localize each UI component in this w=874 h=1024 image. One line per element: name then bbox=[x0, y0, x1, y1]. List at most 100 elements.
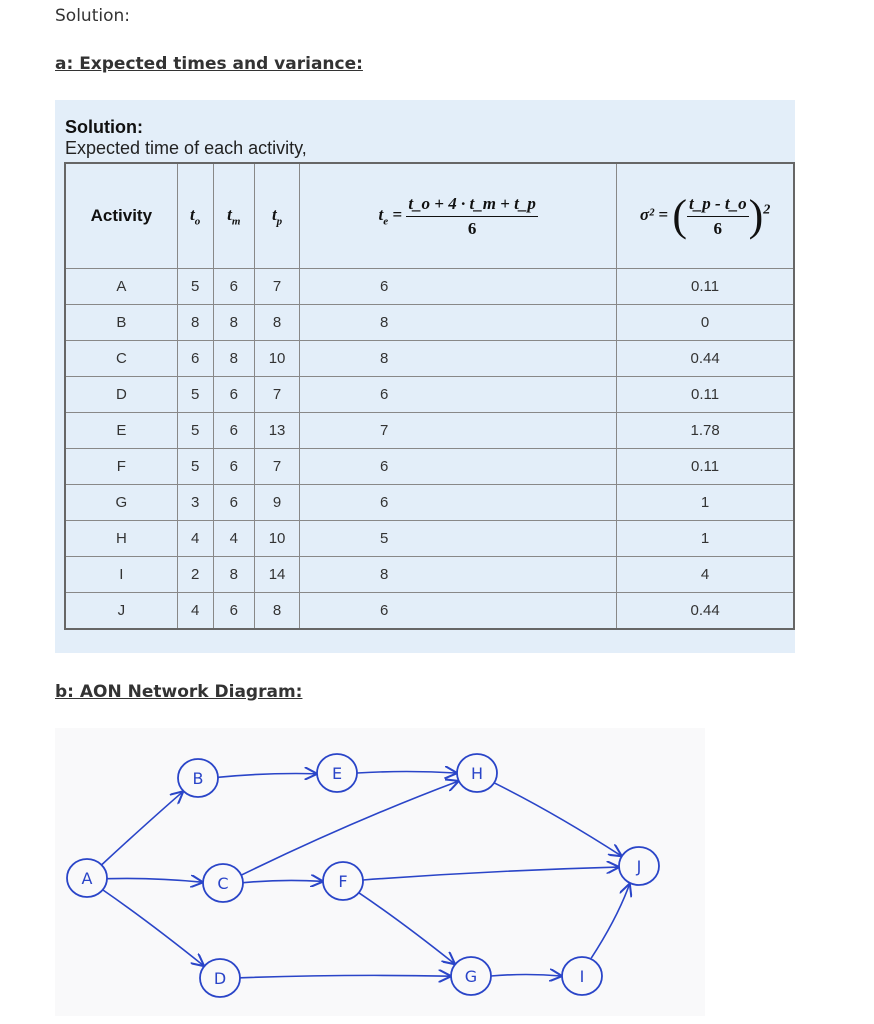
solution-box: Solution: Expected time of each activity… bbox=[55, 100, 795, 653]
node-label: G bbox=[465, 967, 477, 986]
node-I: I bbox=[561, 956, 603, 996]
cell-to: 6 bbox=[176, 340, 214, 377]
cell-te: 6 bbox=[299, 268, 618, 305]
node-E: E bbox=[316, 753, 358, 793]
cell-tp: 10 bbox=[253, 340, 301, 377]
cell-tm: 6 bbox=[212, 448, 255, 485]
cell-tm: 8 bbox=[212, 556, 255, 593]
header-te-formula: te = t_o + 4 · t_m + t_p 6 bbox=[299, 162, 618, 269]
cell-tm: 6 bbox=[212, 484, 255, 521]
cell-tp: 9 bbox=[253, 484, 301, 521]
cell-to: 5 bbox=[176, 412, 214, 449]
cell-variance: 4 bbox=[616, 556, 795, 593]
solution-subtitle: Expected time of each activity, bbox=[65, 138, 307, 158]
cell-activity: J bbox=[64, 592, 178, 630]
edge-C-H bbox=[241, 781, 457, 876]
cell-tm: 6 bbox=[212, 268, 255, 305]
cell-to: 5 bbox=[176, 268, 214, 305]
table-row: J 4 6 8 6 0.44 bbox=[64, 592, 795, 630]
cell-tp: 14 bbox=[253, 556, 301, 593]
cell-variance: 0 bbox=[616, 304, 795, 341]
node-label: A bbox=[82, 869, 93, 888]
edge-A-B bbox=[101, 792, 183, 866]
cell-tp: 8 bbox=[253, 592, 301, 630]
cell-to: 5 bbox=[176, 376, 214, 413]
nodes-layer: A B C D E F G H I J bbox=[66, 753, 660, 998]
aon-network-diagram: A B C D E F G H I J bbox=[55, 728, 705, 1016]
cell-to: 3 bbox=[176, 484, 214, 521]
table-row: I 2 8 14 8 4 bbox=[64, 556, 795, 593]
te-numerator: t_o + 4 · t_m + t_p bbox=[406, 194, 538, 217]
cell-te: 5 bbox=[299, 520, 618, 557]
node-D: D bbox=[199, 958, 241, 998]
node-label: J bbox=[636, 857, 642, 876]
cell-activity: G bbox=[64, 484, 178, 521]
header-activity: Activity bbox=[64, 162, 178, 269]
cell-variance: 0.44 bbox=[616, 340, 795, 377]
cell-tp: 10 bbox=[253, 520, 301, 557]
table-body: A 5 6 7 6 0.11 B 8 8 8 8 0 C 6 8 10 8 0.44 D 5 6 7 6 0.11 E 5 6 13 7… bbox=[64, 268, 795, 630]
table-row: G36961 bbox=[64, 484, 795, 521]
cell-to: 8 bbox=[176, 304, 214, 341]
cell-tm: 8 bbox=[212, 304, 255, 341]
cell-activity: I bbox=[64, 556, 178, 593]
node-label: C bbox=[217, 874, 228, 893]
cell-variance: 1.78 bbox=[616, 412, 795, 449]
node-label: H bbox=[471, 764, 483, 783]
node-A: A bbox=[66, 858, 108, 898]
cell-te: 6 bbox=[299, 592, 618, 630]
edge-B-E bbox=[217, 774, 316, 778]
intro-text: Solution: bbox=[55, 6, 130, 26]
te-denominator: 6 bbox=[467, 218, 477, 238]
cell-to: 4 bbox=[176, 520, 214, 557]
cell-tm: 4 bbox=[212, 520, 255, 557]
cell-variance: 0.11 bbox=[616, 448, 795, 485]
variance-denominator: 6 bbox=[713, 218, 723, 238]
cell-te: 6 bbox=[299, 448, 618, 485]
cell-activity: E bbox=[64, 412, 178, 449]
cell-te: 6 bbox=[299, 484, 618, 521]
cell-activity: B bbox=[64, 304, 178, 341]
node-J: J bbox=[618, 846, 660, 886]
edges-layer bbox=[101, 772, 629, 978]
cell-tp: 7 bbox=[253, 268, 301, 305]
section-b-heading: b: AON Network Diagram: bbox=[55, 682, 303, 702]
cell-activity: D bbox=[64, 376, 178, 413]
cell-te: 8 bbox=[299, 340, 618, 377]
cell-variance: 1 bbox=[616, 520, 795, 557]
cell-tm: 6 bbox=[212, 412, 255, 449]
cell-te: 8 bbox=[299, 304, 618, 341]
edge-C-F bbox=[242, 880, 322, 882]
node-G: G bbox=[450, 956, 492, 996]
cell-tp: 7 bbox=[253, 448, 301, 485]
header-tm: tm bbox=[212, 162, 255, 269]
cell-te: 6 bbox=[299, 376, 618, 413]
table-row: D 5 6 7 6 0.11 bbox=[64, 376, 795, 413]
header-to: to bbox=[176, 162, 214, 269]
cell-variance: 0.11 bbox=[616, 376, 795, 413]
node-F: F bbox=[322, 861, 364, 901]
header-tp: tp bbox=[253, 162, 301, 269]
cell-activity: C bbox=[64, 340, 178, 377]
table-header-row: Activity to tm tp te = t_o + 4 · t_m + t… bbox=[64, 162, 795, 269]
node-label: I bbox=[580, 967, 585, 986]
table-row: A 5 6 7 6 0.11 bbox=[64, 268, 795, 305]
node-C: C bbox=[202, 863, 244, 903]
cell-to: 5 bbox=[176, 448, 214, 485]
edge-G-I bbox=[490, 975, 561, 977]
cell-activity: F bbox=[64, 448, 178, 485]
cell-variance: 0.11 bbox=[616, 268, 795, 305]
variance-numerator: t_p - t_o bbox=[686, 194, 749, 217]
cell-variance: 0.44 bbox=[616, 592, 795, 630]
node-label: B bbox=[193, 769, 204, 788]
expected-times-table: Activity to tm tp te = t_o + 4 · t_m + t… bbox=[64, 162, 795, 630]
cell-to: 2 bbox=[176, 556, 214, 593]
edge-D-G bbox=[239, 975, 450, 977]
edge-F-J bbox=[362, 867, 618, 881]
table-row: E 5 6 13 7 1.78 bbox=[64, 412, 795, 449]
cell-tp: 8 bbox=[253, 304, 301, 341]
cell-tp: 7 bbox=[253, 376, 301, 413]
cell-tp: 13 bbox=[253, 412, 301, 449]
cell-te: 8 bbox=[299, 556, 618, 593]
table-row: B88880 bbox=[64, 304, 795, 341]
